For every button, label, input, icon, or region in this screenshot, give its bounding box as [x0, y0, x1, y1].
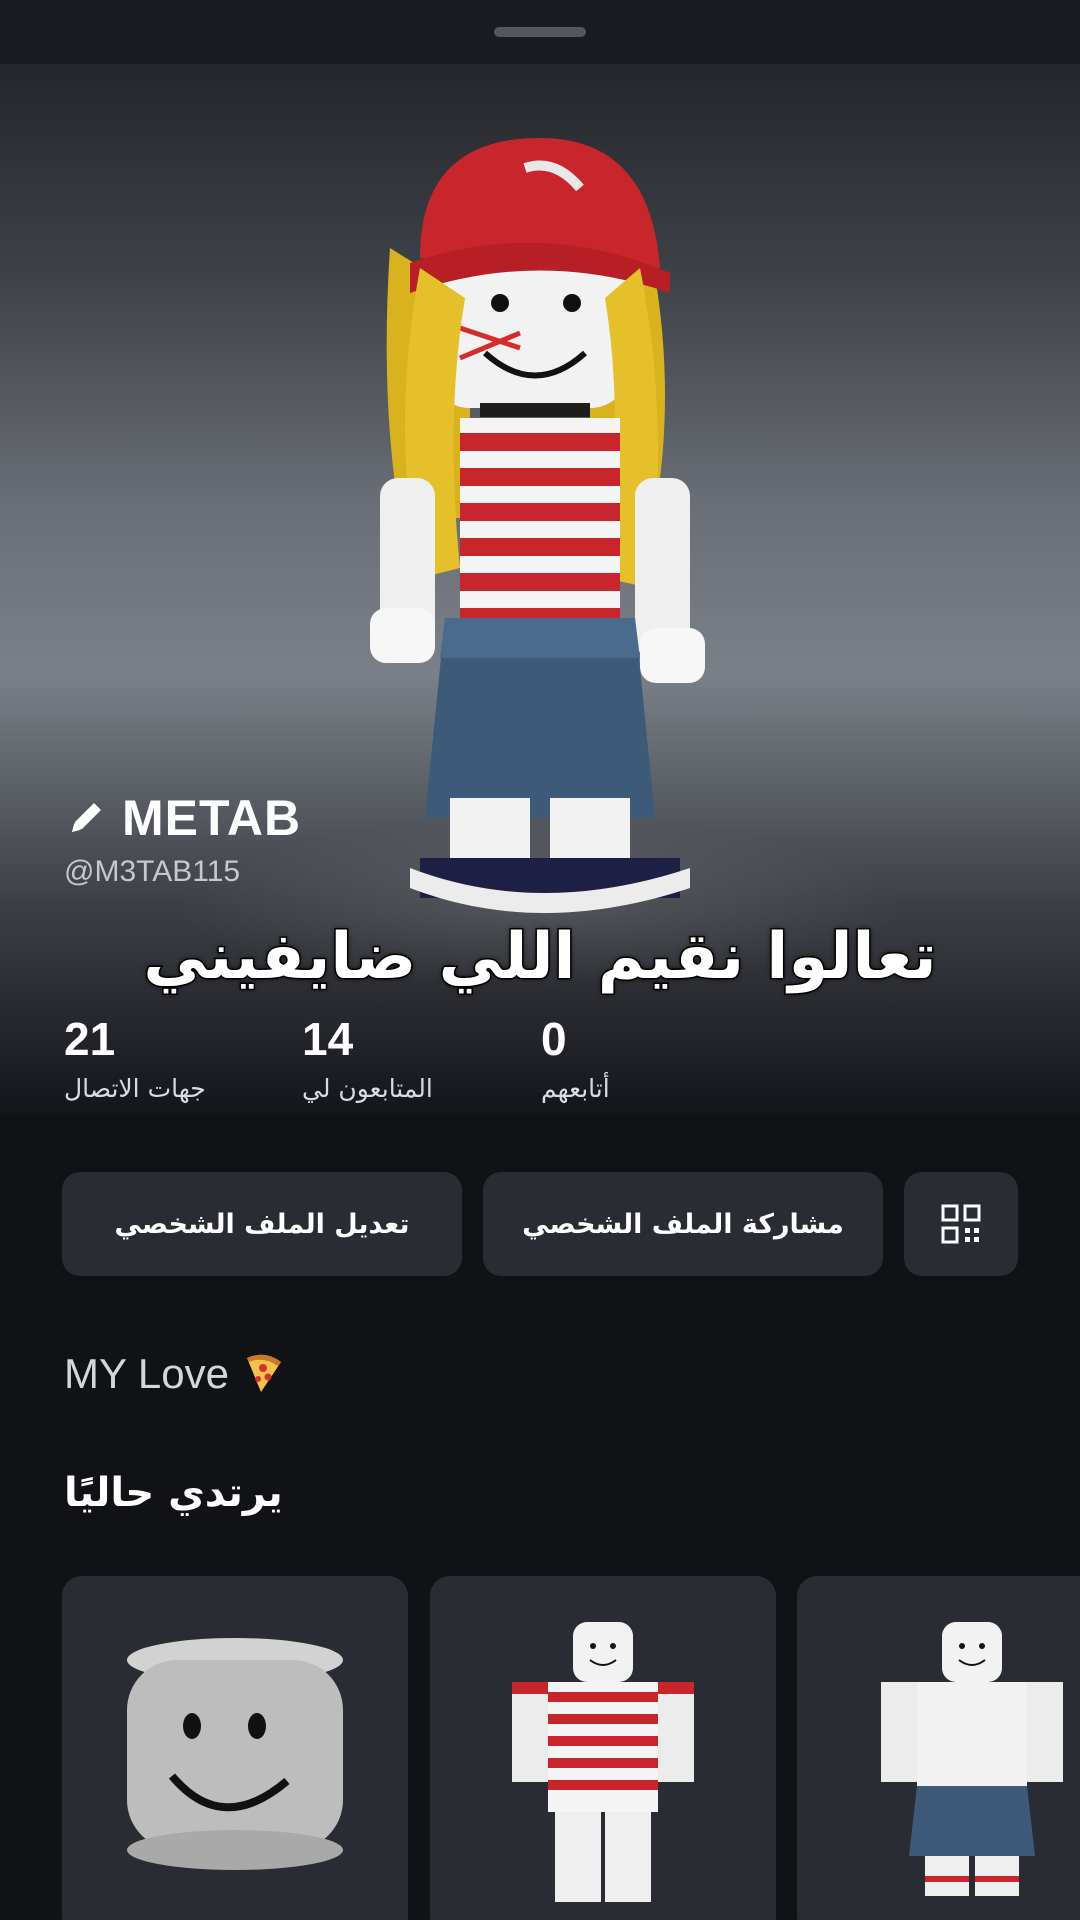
- qr-code-button[interactable]: [904, 1172, 1018, 1276]
- wearing-item-shirt[interactable]: [430, 1576, 776, 1920]
- profile-bio: MY Love: [64, 1350, 285, 1398]
- avatar-3d-figure[interactable]: [350, 98, 730, 928]
- stat-contacts-label: جهات الاتصال: [64, 1074, 206, 1103]
- display-name-row[interactable]: METAB: [64, 786, 301, 850]
- username: @M3TAB115: [64, 855, 241, 888]
- currently-wearing-title: يرتدي حاليًا: [64, 1470, 283, 1516]
- pencil-edit-icon[interactable]: [64, 796, 108, 840]
- stat-following-label: أتابعهم: [541, 1074, 610, 1103]
- display-name: METAB: [122, 790, 302, 846]
- striped-shirt-item-image: [512, 1622, 694, 1902]
- share-profile-button[interactable]: مشاركة الملف الشخصي: [483, 1172, 883, 1276]
- stat-followers-value: 14: [302, 1013, 354, 1065]
- top-sheet-bar: [0, 0, 1080, 64]
- head-item-image: [127, 1638, 343, 1870]
- stat-following[interactable]: 0 أتابعهم: [541, 1010, 610, 1103]
- wearing-item-skirt[interactable]: [797, 1576, 1080, 1920]
- bio-text: MY Love: [64, 1350, 229, 1397]
- edit-profile-button[interactable]: تعديل الملف الشخصي: [62, 1172, 462, 1276]
- denim-skirt-item-image: [881, 1622, 1063, 1896]
- stat-followers-label: المتابعون لي: [302, 1074, 433, 1103]
- pizza-icon: [247, 1354, 281, 1392]
- video-overlay-caption: تعالوا نقيم اللي ضايفيني: [142, 919, 938, 996]
- stat-contacts[interactable]: 21 جهات الاتصال: [64, 1010, 206, 1103]
- drag-handle[interactable]: [494, 27, 586, 37]
- qr-code-icon: [941, 1204, 981, 1244]
- stat-followers[interactable]: 14 المتابعون لي: [302, 1010, 433, 1103]
- stat-contacts-value: 21: [64, 1013, 116, 1065]
- stat-following-value: 0: [541, 1013, 567, 1065]
- wearing-item-head[interactable]: [62, 1576, 408, 1920]
